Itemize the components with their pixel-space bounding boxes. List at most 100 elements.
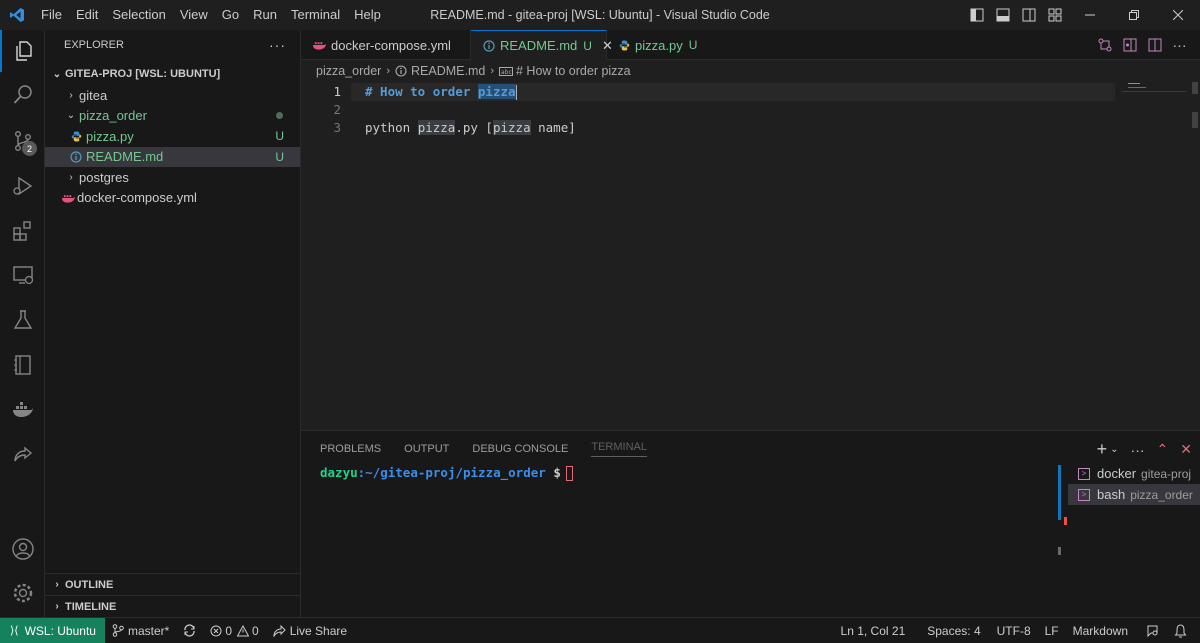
sync-icon[interactable]	[176, 624, 203, 637]
python-file-icon	[68, 131, 84, 142]
editor-area: docker-compose.yml README.md U ✕ pizza.p…	[301, 30, 1200, 430]
scrollbar[interactable]	[1192, 82, 1198, 94]
code-line-3: python pizza.py [pizza name]	[365, 120, 576, 135]
tab-pizza-py[interactable]: pizza.py U	[607, 30, 707, 60]
tree-item-pizza-py[interactable]: pizza.py U	[45, 126, 300, 147]
sidebar-title: EXPLORER	[64, 39, 124, 51]
more-actions-icon[interactable]: ···	[1131, 442, 1145, 458]
extensions-icon[interactable]	[0, 210, 45, 252]
feedback-icon[interactable]	[1139, 624, 1167, 638]
tree-item-docker-compose[interactable]: docker-compose.yml	[45, 188, 300, 209]
outline-section[interactable]: › OUTLINE	[45, 573, 301, 595]
chevron-down-icon[interactable]: ⌄	[1110, 444, 1118, 455]
more-actions-icon[interactable]: ···	[1167, 37, 1192, 53]
search-icon[interactable]	[0, 74, 45, 116]
problems-indicator[interactable]: 0 0	[203, 624, 265, 638]
code-token: .py [	[455, 120, 493, 135]
tree-item-label: gitea	[79, 87, 108, 103]
remote-label: WSL: Ubuntu	[24, 623, 96, 638]
chevron-down-icon: ⌄	[66, 110, 76, 122]
code-editor[interactable]: 1 2 3 # How to order pizza python pizza.…	[301, 82, 1200, 430]
testing-icon[interactable]	[0, 299, 45, 341]
workspace-name: GITEA-PROJ [WSL: UBUNTU]	[65, 68, 221, 80]
menu-bar: File Edit Selection View Go Run Terminal…	[34, 0, 388, 30]
tab-status: U	[583, 38, 592, 53]
new-terminal-icon[interactable]: +	[1097, 439, 1108, 460]
language-mode[interactable]: Markdown	[1066, 624, 1135, 638]
notebook-icon[interactable]	[0, 344, 45, 386]
menu-file[interactable]: File	[34, 0, 69, 30]
scrollbar-thumb[interactable]	[1192, 112, 1198, 128]
line-number: 2	[333, 102, 341, 117]
accounts-icon[interactable]	[0, 528, 45, 570]
tree-item-postgres[interactable]: › postgres	[45, 167, 300, 188]
menu-terminal[interactable]: Terminal	[284, 0, 347, 30]
close-window-icon[interactable]	[1156, 0, 1200, 30]
prompt-user: dazyu	[320, 465, 358, 480]
terminal-item-docker[interactable]: > docker gitea-proj	[1068, 463, 1200, 484]
menu-help[interactable]: Help	[347, 0, 388, 30]
restore-icon[interactable]	[1112, 0, 1156, 30]
text-cursor	[515, 85, 517, 100]
tab-docker-compose[interactable]: docker-compose.yml	[301, 30, 471, 60]
breadcrumb-symbol[interactable]: # How to order pizza	[516, 64, 631, 78]
terminal-item-bash[interactable]: > bash pizza_order	[1068, 484, 1200, 505]
tab-debug-console[interactable]: DEBUG CONSOLE	[472, 443, 568, 455]
manage-gear-icon[interactable]	[0, 572, 45, 614]
open-preview-icon[interactable]	[1117, 37, 1142, 53]
minimap[interactable]	[1122, 82, 1186, 142]
explorer-sidebar: EXPLORER ··· ⌄ GITEA-PROJ [WSL: UBUNTU] …	[45, 30, 301, 617]
minimize-icon[interactable]	[1068, 0, 1112, 30]
terminal-output[interactable]: dazyu:~/gitea-proj/pizza_order $	[320, 465, 573, 481]
maximize-panel-icon[interactable]: ⌃	[1157, 441, 1169, 458]
remote-explorer-icon[interactable]	[0, 254, 45, 296]
cursor-position[interactable]: Ln 1, Col 21	[834, 624, 913, 638]
customize-layout-icon[interactable]	[1042, 0, 1068, 30]
remote-indicator[interactable]: ⟩⟨ WSL: Ubuntu	[0, 618, 105, 643]
menu-go[interactable]: Go	[215, 0, 246, 30]
live-share-icon	[273, 624, 286, 637]
toggle-secondary-sidebar-icon[interactable]	[1016, 0, 1042, 30]
close-panel-icon[interactable]: ✕	[1180, 441, 1192, 458]
toggle-primary-sidebar-icon[interactable]	[964, 0, 990, 30]
split-editor-icon[interactable]	[1142, 37, 1167, 53]
warning-icon	[237, 624, 249, 637]
info-icon	[483, 39, 495, 52]
tab-label: docker-compose.yml	[331, 37, 451, 53]
timeline-section[interactable]: › TIMELINE	[45, 595, 301, 617]
indentation[interactable]: Spaces: 4	[920, 624, 987, 638]
menu-edit[interactable]: Edit	[69, 0, 105, 30]
menu-selection[interactable]: Selection	[105, 0, 172, 30]
breadcrumb-folder[interactable]: pizza_order	[316, 64, 381, 78]
docker-icon[interactable]	[0, 389, 45, 431]
toggle-panel-icon[interactable]	[990, 0, 1016, 30]
selected-word: pizza	[477, 84, 516, 99]
end-of-line[interactable]: LF	[1038, 624, 1066, 638]
open-changes-icon[interactable]	[1092, 37, 1117, 53]
breadcrumb-file[interactable]: README.md	[411, 64, 485, 78]
line-number: 1	[333, 84, 341, 99]
encoding[interactable]: UTF-8	[990, 624, 1038, 638]
tab-readme[interactable]: README.md U ✕	[471, 30, 613, 60]
workspace-header[interactable]: ⌄ GITEA-PROJ [WSL: UBUNTU]	[45, 63, 300, 85]
more-actions-icon[interactable]: ···	[269, 37, 286, 53]
live-share-icon[interactable]	[0, 434, 45, 476]
tree-item-pizza-order[interactable]: ⌄ pizza_order	[45, 106, 300, 127]
tab-terminal[interactable]: TERMINAL	[591, 441, 647, 457]
tree-item-readme[interactable]: README.md U	[45, 146, 300, 167]
menu-view[interactable]: View	[173, 0, 215, 30]
branch-indicator[interactable]: master*	[105, 624, 176, 638]
notifications-bell-icon[interactable]	[1167, 623, 1194, 638]
explorer-icon[interactable]	[0, 30, 45, 72]
run-debug-icon[interactable]	[0, 165, 45, 207]
chevron-right-icon: ›	[69, 171, 73, 183]
live-share-button[interactable]: Live Share	[266, 624, 354, 638]
tab-output[interactable]: OUTPUT	[404, 443, 449, 455]
tab-problems[interactable]: PROBLEMS	[320, 443, 381, 455]
docker-file-icon	[313, 40, 326, 50]
terminal-gutter	[1058, 465, 1061, 520]
source-control-icon[interactable]: 2	[0, 120, 45, 162]
chevron-right-icon: ›	[55, 579, 59, 590]
menu-run[interactable]: Run	[246, 0, 284, 30]
tree-item-gitea[interactable]: › gitea	[45, 85, 300, 106]
